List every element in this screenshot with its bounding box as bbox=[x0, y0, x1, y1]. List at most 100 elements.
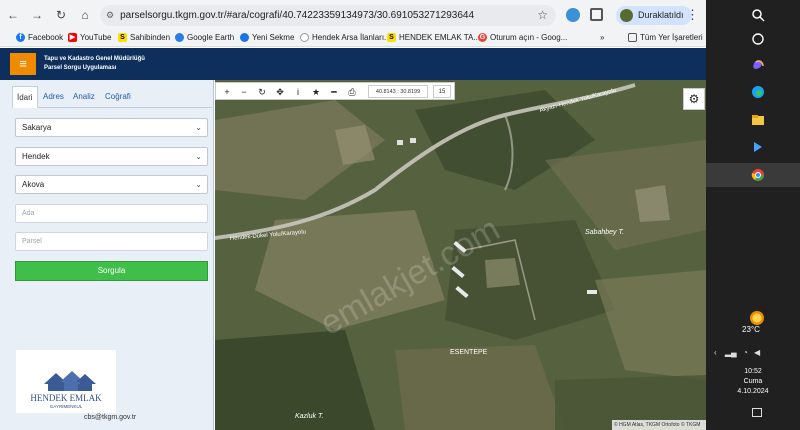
site-info-icon[interactable]: ⚙ bbox=[106, 10, 114, 21]
village-label: Sabahbey T. bbox=[585, 229, 624, 236]
browser-window: ← → ↻ ⌂ ⚙ parselsorgu.tkgm.gov.tr/#ara/c… bbox=[0, 0, 706, 430]
logo-subtext: GAYRİMENKUL bbox=[50, 403, 83, 409]
forward-icon[interactable]: → bbox=[26, 4, 48, 26]
bookmark-facebook[interactable]: f Facebook bbox=[16, 33, 63, 42]
file-explorer-icon[interactable] bbox=[751, 113, 765, 127]
chrome-icon[interactable] bbox=[751, 168, 765, 182]
hamburger-menu-icon[interactable]: ≡ bbox=[10, 53, 36, 75]
district-select[interactable]: Hendek ⌄ bbox=[15, 147, 208, 166]
query-tabs: İdari Adres Analiz Coğrafi bbox=[12, 86, 212, 108]
google-icon: G bbox=[478, 33, 487, 42]
gear-icon[interactable]: ⚙ bbox=[683, 88, 705, 110]
sahibinden-icon: S bbox=[118, 33, 127, 42]
bookmark-yeni-sekme[interactable]: Yeni Sekme bbox=[240, 33, 294, 42]
refresh-icon[interactable]: ↻ bbox=[254, 84, 270, 100]
zoom-in-icon[interactable]: + bbox=[219, 84, 235, 100]
ada-field[interactable]: Ada bbox=[15, 204, 208, 223]
extensions-puzzle-icon[interactable] bbox=[590, 8, 603, 21]
bookmark-label: Oturum açın - Goog... bbox=[490, 33, 568, 42]
bookmark-sahibinden[interactable]: S Sahibinden bbox=[118, 33, 170, 42]
search-icon[interactable] bbox=[751, 8, 765, 22]
village-label: Kazluk T. bbox=[295, 413, 324, 420]
avatar bbox=[620, 9, 633, 22]
neighborhood-value: Akova bbox=[22, 180, 45, 189]
edge-icon[interactable] bbox=[751, 85, 765, 99]
bookmark-label: Sahibinden bbox=[130, 33, 171, 42]
windows-taskbar: 23°C ‹ ▂▄ ◔ ◀ 10:52 Cuma 4.10.2024 bbox=[706, 0, 800, 430]
profile-button[interactable]: Duraklatıldı bbox=[616, 6, 692, 25]
copilot-icon[interactable] bbox=[751, 57, 765, 71]
tab-adres[interactable]: Adres bbox=[39, 86, 68, 108]
bookmark-label: Hendek Arsa İlanları... bbox=[312, 33, 391, 42]
folder-icon bbox=[628, 33, 637, 42]
clock-date[interactable]: 4.10.2024 bbox=[706, 388, 800, 395]
facebook-icon: f bbox=[16, 33, 25, 42]
query-panel: İdari Adres Analiz Coğrafi Sakarya ⌄ Hen… bbox=[0, 80, 214, 430]
info-icon[interactable]: i bbox=[290, 84, 306, 100]
bookmarks-bar: f Facebook ▶ YouTube S Sahibinden Google… bbox=[0, 30, 706, 47]
bookmark-google-login[interactable]: G Oturum açın - Goog... bbox=[478, 33, 567, 42]
map-toolbar: + − ↻ ✥ i ★ ━ ⎙ 40.8143 : 30.8199 15 bbox=[215, 82, 455, 100]
copilot-app-icon[interactable] bbox=[751, 140, 765, 154]
bookmark-hendek-emlak[interactable]: S HENDEK EMLAK TA... bbox=[387, 33, 480, 42]
star-icon[interactable]: ★ bbox=[308, 84, 324, 100]
contact-email[interactable]: cbs@tkgm.gov.tr bbox=[84, 414, 136, 421]
agency-logo: HENDEK EMLAK GAYRİMENKUL bbox=[16, 350, 116, 413]
province-value: Sakarya bbox=[22, 123, 52, 132]
site-header: ≡ Tapu ve Kadastro Genel Müdürlüğü Parse… bbox=[0, 48, 706, 80]
sahibinden-icon: S bbox=[387, 33, 396, 42]
globe-icon bbox=[240, 33, 249, 42]
agency-title: Tapu ve Kadastro Genel Müdürlüğü bbox=[44, 56, 145, 62]
browser-menu-icon[interactable]: ⋮ bbox=[686, 7, 699, 23]
neighborhood-select[interactable]: Akova ⌄ bbox=[15, 175, 208, 194]
satellite-map[interactable]: Akyazı-Hendek Yolu/Karayolu Hendek-Dükel… bbox=[215, 80, 706, 430]
profile-label: Duraklatıldı bbox=[638, 10, 684, 20]
url-text: parselsorgu.tkgm.gov.tr/#ara/cografi/40.… bbox=[120, 10, 475, 21]
coordinate-readout: 40.8143 : 30.8199 bbox=[368, 85, 428, 98]
back-icon[interactable]: ← bbox=[2, 4, 24, 26]
globe-icon bbox=[300, 33, 309, 42]
extension-icon[interactable] bbox=[566, 8, 580, 22]
clock-day[interactable]: Cuma bbox=[706, 378, 800, 385]
app-title: Parsel Sorgu Uygulaması bbox=[44, 65, 117, 71]
village-label: ESENTEPE bbox=[450, 349, 488, 356]
zoom-out-icon[interactable]: − bbox=[236, 84, 252, 100]
measure-icon[interactable]: ━ bbox=[326, 84, 342, 100]
bookmarks-overflow[interactable]: » bbox=[600, 33, 604, 42]
province-select[interactable]: Sakarya ⌄ bbox=[15, 118, 208, 137]
reload-icon[interactable]: ↻ bbox=[50, 4, 72, 26]
temperature[interactable]: 23°C bbox=[742, 325, 760, 334]
system-tray[interactable]: ‹ ▂▄ ◔ ◀ bbox=[714, 348, 760, 357]
notification-icon[interactable] bbox=[752, 408, 762, 417]
wifi-icon[interactable]: ◔ bbox=[743, 348, 748, 357]
bookmark-google-earth[interactable]: Google Earth bbox=[175, 33, 234, 42]
query-button[interactable]: Sorgula bbox=[15, 261, 208, 281]
home-icon[interactable]: ⌂ bbox=[74, 4, 96, 26]
bookmark-hendek-arsa[interactable]: Hendek Arsa İlanları... bbox=[300, 33, 391, 42]
youtube-icon: ▶ bbox=[68, 33, 77, 42]
chevron-down-icon: ⌄ bbox=[195, 180, 202, 189]
bookmark-label: Google Earth bbox=[187, 33, 235, 42]
bookmark-label: YouTube bbox=[80, 33, 112, 42]
chevron-down-icon: ⌄ bbox=[195, 152, 202, 161]
tab-idari[interactable]: İdari bbox=[12, 86, 38, 108]
bookmark-youtube[interactable]: ▶ YouTube bbox=[68, 33, 111, 42]
volume-icon[interactable]: ◀ bbox=[754, 348, 760, 357]
bookmark-all[interactable]: Tüm Yer İşaretleri bbox=[628, 33, 703, 42]
network-icon[interactable]: ▂▄ bbox=[725, 348, 737, 357]
zoom-level: 15 bbox=[433, 85, 451, 98]
print-icon[interactable]: ⎙ bbox=[344, 84, 360, 100]
address-bar-row: ← → ↻ ⌂ ⚙ parselsorgu.tkgm.gov.tr/#ara/c… bbox=[0, 0, 706, 30]
clock-time[interactable]: 10:52 bbox=[706, 368, 800, 375]
task-view-icon[interactable] bbox=[751, 32, 765, 46]
move-icon[interactable]: ✥ bbox=[272, 84, 288, 100]
weather-sun-icon[interactable] bbox=[750, 311, 764, 325]
url-field[interactable]: ⚙ parselsorgu.tkgm.gov.tr/#ara/cografi/4… bbox=[100, 5, 556, 26]
chevron-down-icon: ⌄ bbox=[195, 123, 202, 132]
tray-chevron-icon[interactable]: ‹ bbox=[714, 348, 717, 357]
tab-cografi[interactable]: Coğrafi bbox=[101, 86, 135, 108]
parsel-field[interactable]: Parsel bbox=[15, 232, 208, 251]
logo-text: HENDEK EMLAK bbox=[30, 393, 102, 403]
bookmark-star-icon[interactable]: ☆ bbox=[537, 8, 548, 22]
tab-analiz[interactable]: Analiz bbox=[69, 86, 99, 108]
